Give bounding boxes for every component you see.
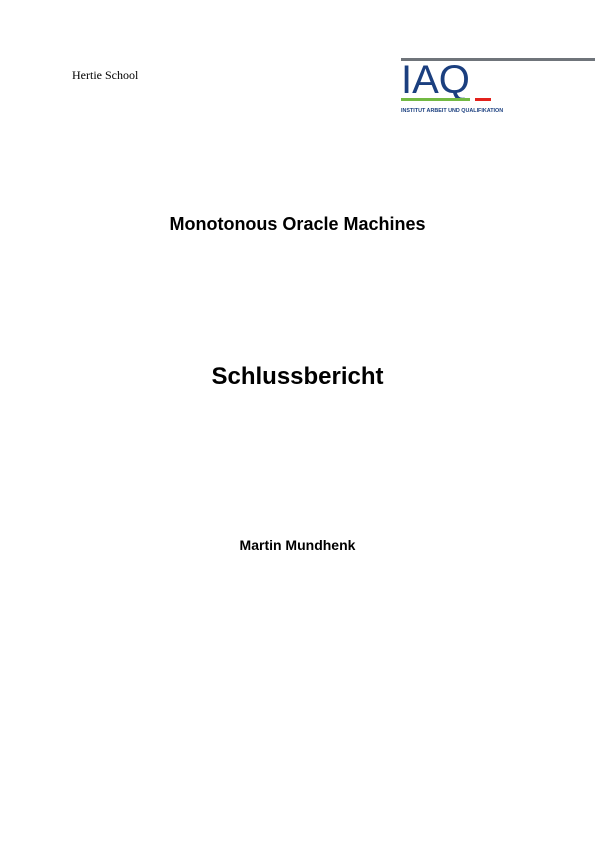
logo-green-bar bbox=[401, 98, 470, 101]
iaq-logo-graphic: IAQ INSTITUT ARBEIT UND QUALIFIKATION bbox=[401, 58, 595, 114]
institution-name: Hertie School bbox=[72, 68, 139, 82]
iaq-logo: IAQ INSTITUT ARBEIT UND QUALIFIKATION bbox=[401, 56, 595, 118]
logo-red-bar bbox=[475, 98, 491, 101]
project-title: Monotonous Oracle Machines bbox=[169, 214, 426, 234]
report-type: Schlussbericht bbox=[211, 363, 384, 390]
logo-letters: IAQ bbox=[401, 58, 470, 102]
title-page: Hertie School IAQ INSTITUT ARBEIT UND QU… bbox=[0, 0, 595, 842]
logo-subtitle: INSTITUT ARBEIT UND QUALIFIKATION bbox=[401, 108, 503, 114]
author-name: Martin Mundhenk bbox=[239, 537, 356, 553]
